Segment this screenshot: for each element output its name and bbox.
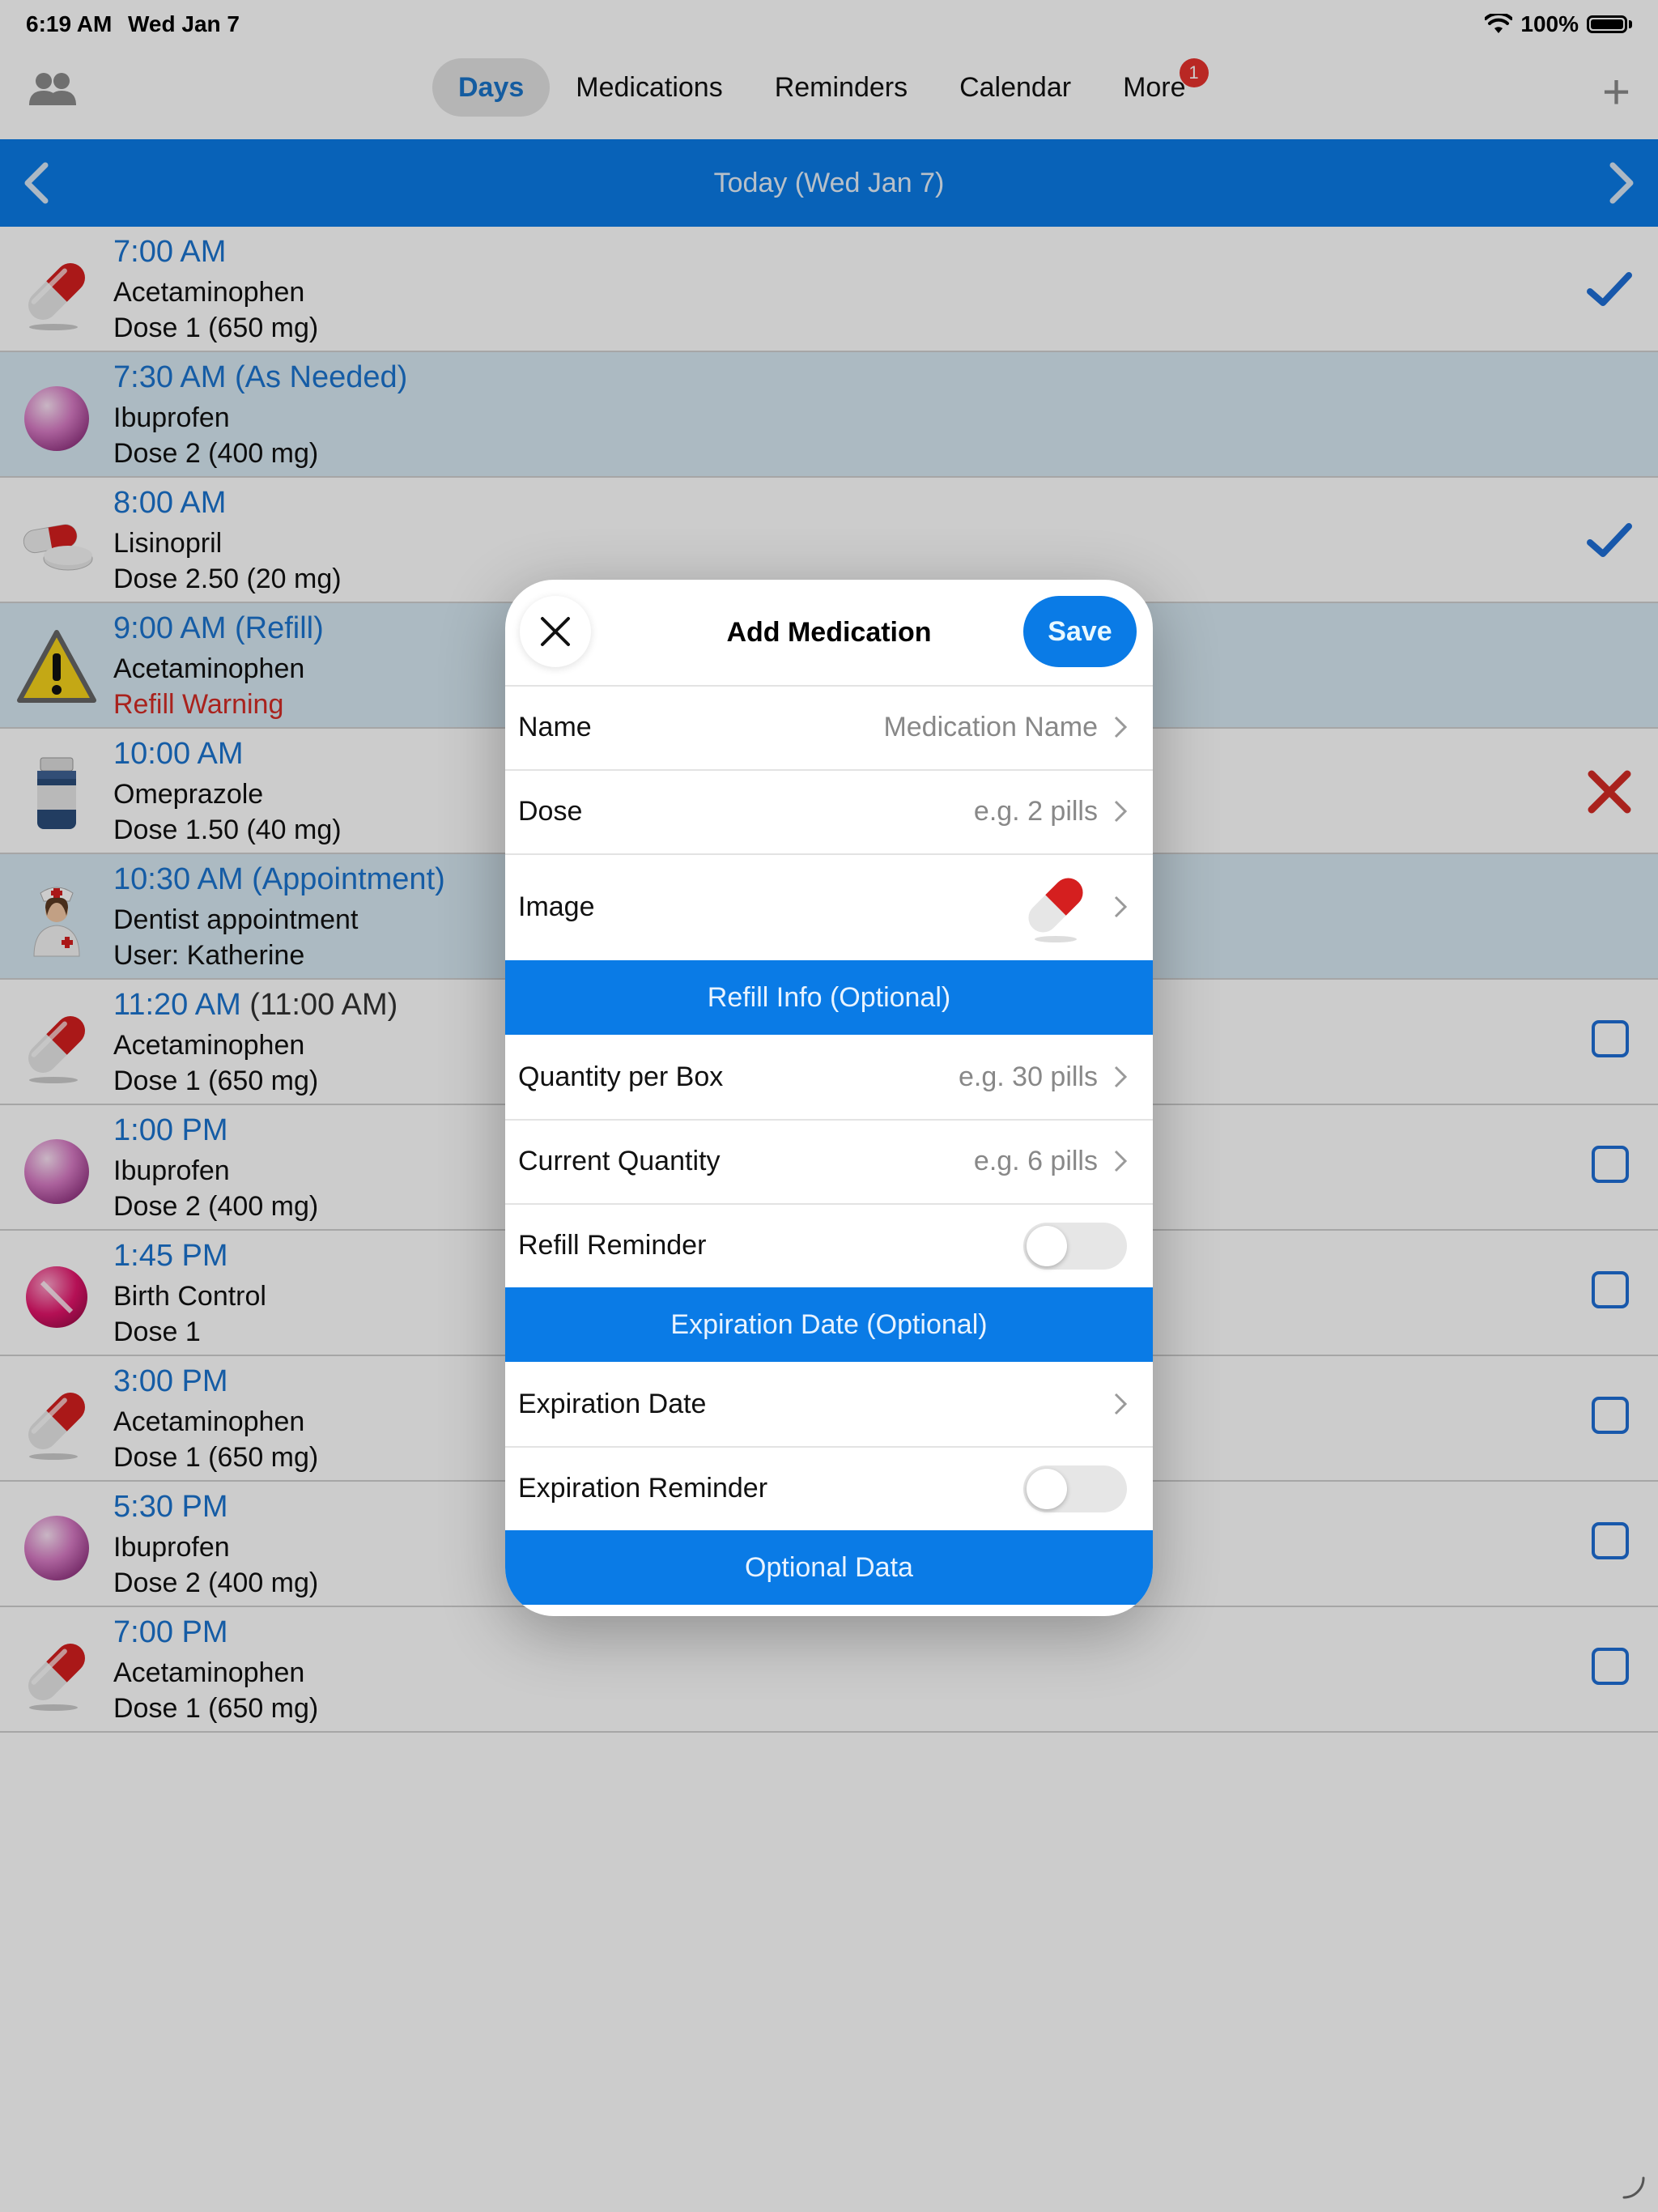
chevron-right-icon [1114,895,1128,918]
expiration-reminder-toggle[interactable] [1023,1465,1127,1512]
save-button[interactable]: Save [1023,596,1137,667]
refill-reminder-row: Refill Reminder [505,1203,1153,1287]
modal-header: Add Medication Save [505,580,1153,685]
dose-field[interactable]: Dose e.g. 2 pills [505,769,1153,853]
image-label: Image [518,891,595,922]
chevron-right-icon [1114,1066,1128,1088]
toggle-knob [1027,1226,1067,1266]
dose-placeholder: e.g. 2 pills [973,796,1098,827]
toggle-knob [1027,1469,1067,1509]
refill-reminder-toggle[interactable] [1023,1223,1127,1270]
current-quantity-placeholder: e.g. 6 pills [973,1146,1098,1176]
capsule-red-icon [1028,878,1083,942]
dose-label: Dose [518,796,583,827]
expiration-date-field[interactable]: Expiration Date [505,1362,1153,1446]
quantity-per-box-placeholder: e.g. 30 pills [959,1061,1098,1092]
expiration-reminder-label: Expiration Reminder [518,1473,768,1504]
resize-handle-icon[interactable] [1619,2173,1648,2202]
chevron-right-icon [1114,1393,1128,1415]
name-label: Name [518,712,592,742]
chevron-right-icon [1114,716,1128,738]
expiration-section-header: Expiration Date (Optional) [505,1287,1153,1362]
optional-data-section-header[interactable]: Optional Data [505,1530,1153,1605]
add-medication-modal: Add Medication Save Name Medication Name… [505,580,1153,1616]
name-field[interactable]: Name Medication Name [505,685,1153,769]
chevron-right-icon [1114,800,1128,823]
refill-section-header: Refill Info (Optional) [505,960,1153,1035]
name-placeholder: Medication Name [883,712,1098,742]
chevron-right-icon [1114,1150,1128,1172]
expiration-date-label: Expiration Date [518,1389,707,1419]
quantity-per-box-label: Quantity per Box [518,1061,724,1092]
refill-reminder-label: Refill Reminder [518,1230,707,1261]
current-quantity-field[interactable]: Current Quantity e.g. 6 pills [505,1119,1153,1203]
current-quantity-label: Current Quantity [518,1146,721,1176]
expiration-reminder-row: Expiration Reminder [505,1446,1153,1530]
image-field[interactable]: Image [505,853,1153,960]
quantity-per-box-field[interactable]: Quantity per Box e.g. 30 pills [505,1035,1153,1119]
